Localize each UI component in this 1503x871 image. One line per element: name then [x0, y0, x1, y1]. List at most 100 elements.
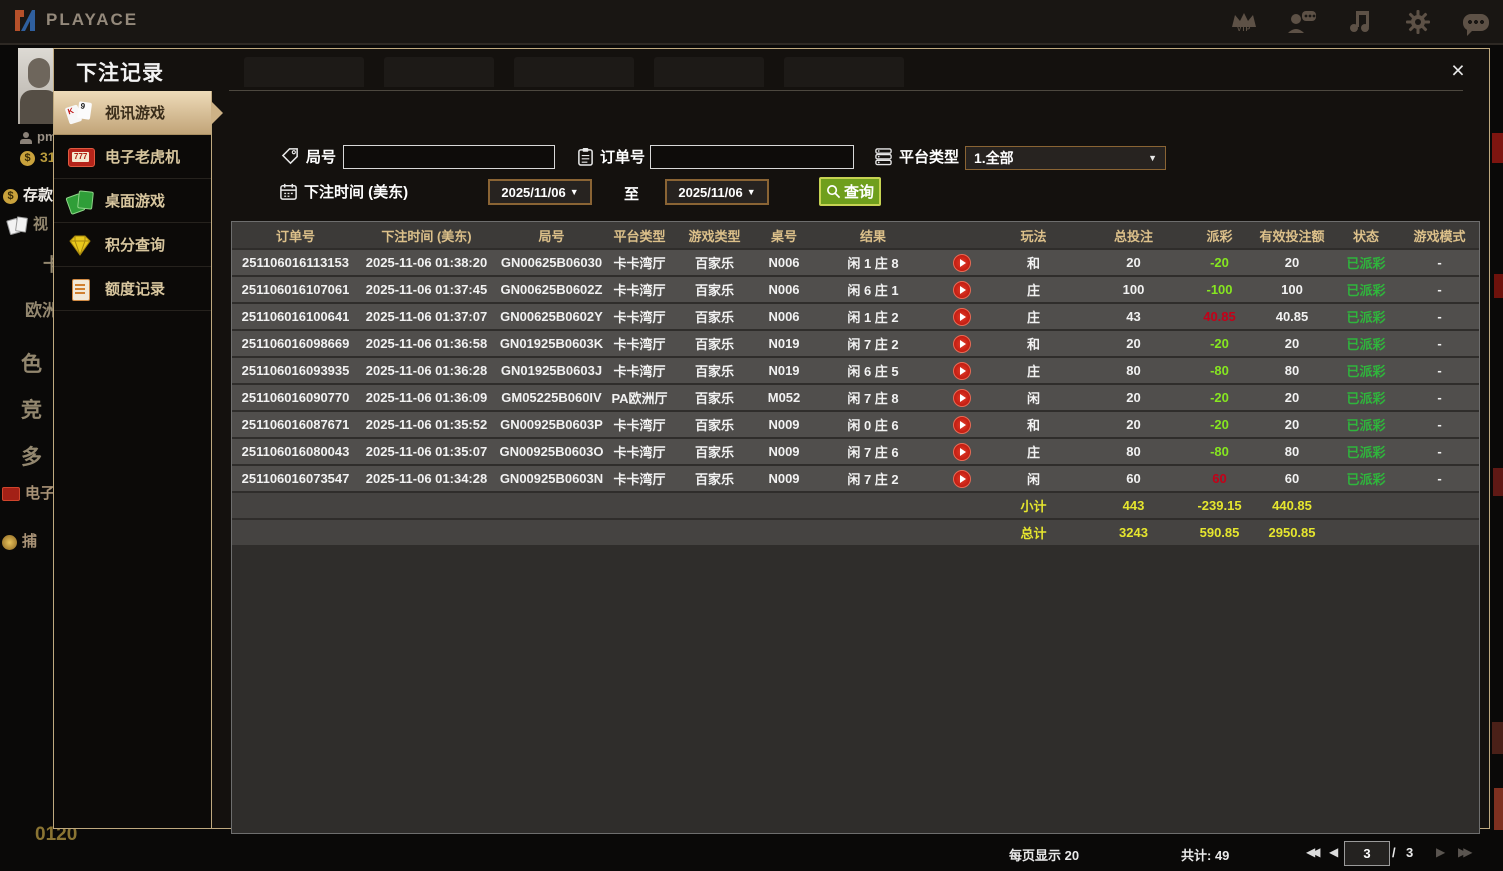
replay-play-icon[interactable]: [953, 362, 971, 380]
next-page-button[interactable]: ▶: [1436, 845, 1445, 859]
replay-play-icon[interactable]: [953, 335, 971, 353]
date-to-picker[interactable]: 2025/11/06 ▼: [665, 179, 769, 205]
avatar[interactable]: [18, 48, 58, 124]
cell-table: N006: [759, 303, 809, 330]
cell-game: 百家乐: [670, 357, 759, 384]
sidebar-item-quota-records[interactable]: 额度记录: [54, 267, 211, 311]
last-page-button[interactable]: ▶▶: [1458, 845, 1468, 859]
cell-payout: 40.85: [1187, 303, 1252, 330]
bet-records-table: 订单号下注时间 (美东)局号平台类型游戏类型桌号结果玩法总投注派彩有效投注额状态…: [231, 221, 1480, 834]
order-number-input[interactable]: [650, 145, 854, 169]
cell-order: 251106016113153: [232, 249, 359, 276]
cell-game: 百家乐: [670, 330, 759, 357]
table-row: 2511060160735472025-11-06 01:34:28GN0092…: [232, 465, 1479, 492]
modal-titlebar: 下注记录 ×: [54, 49, 1489, 91]
cell-time: 2025-11-06 01:35:52: [359, 411, 494, 438]
cell-result: 闲 7 庄 8: [809, 384, 937, 411]
slots-icon: [2, 487, 20, 501]
cell-game: 百家乐: [670, 249, 759, 276]
settings-gear-icon[interactable]: [1401, 5, 1435, 39]
close-icon[interactable]: ×: [1445, 57, 1471, 83]
cell-time: 2025-11-06 01:36:58: [359, 330, 494, 357]
cell-time: 2025-11-06 01:37:45: [359, 276, 494, 303]
chevron-down-icon: ▼: [1148, 153, 1157, 163]
cell-play_type: 庄: [987, 357, 1080, 384]
cell-payout: -20: [1187, 249, 1252, 276]
replay-play-icon[interactable]: [953, 470, 971, 488]
cell-payout: -20: [1187, 384, 1252, 411]
date-from-picker[interactable]: 2025/11/06 ▼: [488, 179, 592, 205]
prev-page-button[interactable]: ◀: [1329, 845, 1338, 859]
modal-content: 局号 订单号 平台类型 1.全部 ▼: [212, 91, 1489, 828]
subtotal-total-bet: 443: [1080, 492, 1187, 519]
replay-play-icon[interactable]: [953, 281, 971, 299]
music-icon[interactable]: [1343, 5, 1377, 39]
cell-result: 闲 1 庄 2: [809, 303, 937, 330]
cell-mode: -: [1400, 384, 1479, 411]
cell-replay: [937, 411, 987, 438]
cell-mode: -: [1400, 438, 1479, 465]
page-slash: /: [1392, 845, 1396, 860]
background-thumb-fragment: [1494, 274, 1503, 298]
sidebar-item-table-games[interactable]: 桌面游戏: [54, 179, 211, 223]
modal-sidebar: 视讯游戏 电子老虎机 桌面游戏 积分查询 额度记录: [54, 91, 212, 828]
logo-mark: [12, 7, 38, 33]
grand-total-label: 总计: [987, 519, 1080, 546]
chat-icon[interactable]: [1459, 5, 1493, 39]
cell-total_bet: 80: [1080, 357, 1187, 384]
support-icon[interactable]: [1285, 5, 1319, 39]
cell-mode: -: [1400, 249, 1479, 276]
cell-status: 已派彩: [1332, 411, 1400, 438]
grand-total-row: 总计 3243 590.85 2950.85: [232, 519, 1479, 546]
cell-round: GN01925B0603J: [494, 357, 609, 384]
background-nav-deposit[interactable]: 存款: [3, 184, 53, 205]
sidebar-item-slots[interactable]: 电子老虎机: [54, 135, 211, 179]
cell-table: M052: [759, 384, 809, 411]
grand-total-payout: 590.85: [1187, 519, 1252, 546]
cell-round: GN01925B0603K: [494, 330, 609, 357]
column-header: 结果: [809, 222, 937, 249]
cell-payout: -80: [1187, 357, 1252, 384]
background-thumb-fragment: [1492, 722, 1503, 754]
subtotal-label: 小计: [987, 492, 1080, 519]
cell-result: 闲 7 庄 2: [809, 330, 937, 357]
bet-time-filter-label: 下注时间 (美东): [279, 181, 408, 202]
playace-logo: PLAYACE: [12, 7, 138, 33]
calendar-icon: [279, 182, 298, 201]
column-header: 有效投注额: [1252, 222, 1332, 249]
background-nav-dianzi[interactable]: 电子: [2, 482, 55, 503]
sidebar-item-points-query[interactable]: 积分查询: [54, 223, 211, 267]
table-row: 2511060160939352025-11-06 01:36:28GN0192…: [232, 357, 1479, 384]
cell-replay: [937, 303, 987, 330]
cell-result: 闲 1 庄 8: [809, 249, 937, 276]
cell-platform: 卡卡湾厅: [609, 411, 670, 438]
column-header: 游戏模式: [1400, 222, 1479, 249]
cell-platform: 卡卡湾厅: [609, 357, 670, 384]
search-button[interactable]: 查询: [819, 177, 881, 206]
cell-replay: [937, 384, 987, 411]
sidebar-item-video-games[interactable]: 视讯游戏: [54, 91, 211, 135]
replay-play-icon[interactable]: [953, 308, 971, 326]
vip-icon[interactable]: VIP: [1227, 5, 1261, 39]
replay-play-icon[interactable]: [953, 389, 971, 407]
cell-table: N009: [759, 438, 809, 465]
background-nav-duo: 多: [21, 441, 42, 471]
replay-play-icon[interactable]: [953, 254, 971, 272]
background-nav-fishing[interactable]: 捕: [2, 530, 37, 551]
column-header: 下注时间 (美东): [359, 222, 494, 249]
background-nav-video[interactable]: 视: [8, 213, 48, 234]
cell-round: GN00625B0602Y: [494, 303, 609, 330]
platform-type-select[interactable]: 1.全部 ▼: [965, 146, 1166, 170]
cell-play_type: 庄: [987, 276, 1080, 303]
cell-play_type: 庄: [987, 438, 1080, 465]
first-page-button[interactable]: ◀◀: [1306, 845, 1316, 859]
page-number-input[interactable]: [1344, 841, 1390, 866]
cell-table: N006: [759, 276, 809, 303]
clipboard-icon: [577, 147, 594, 166]
top-bar: PLAYACE VIP: [0, 0, 1503, 45]
round-number-input[interactable]: [343, 145, 555, 169]
cell-valid_bet: 20: [1252, 411, 1332, 438]
replay-play-icon[interactable]: [953, 443, 971, 461]
cell-round: GM05225B060IV: [494, 384, 609, 411]
replay-play-icon[interactable]: [953, 416, 971, 434]
